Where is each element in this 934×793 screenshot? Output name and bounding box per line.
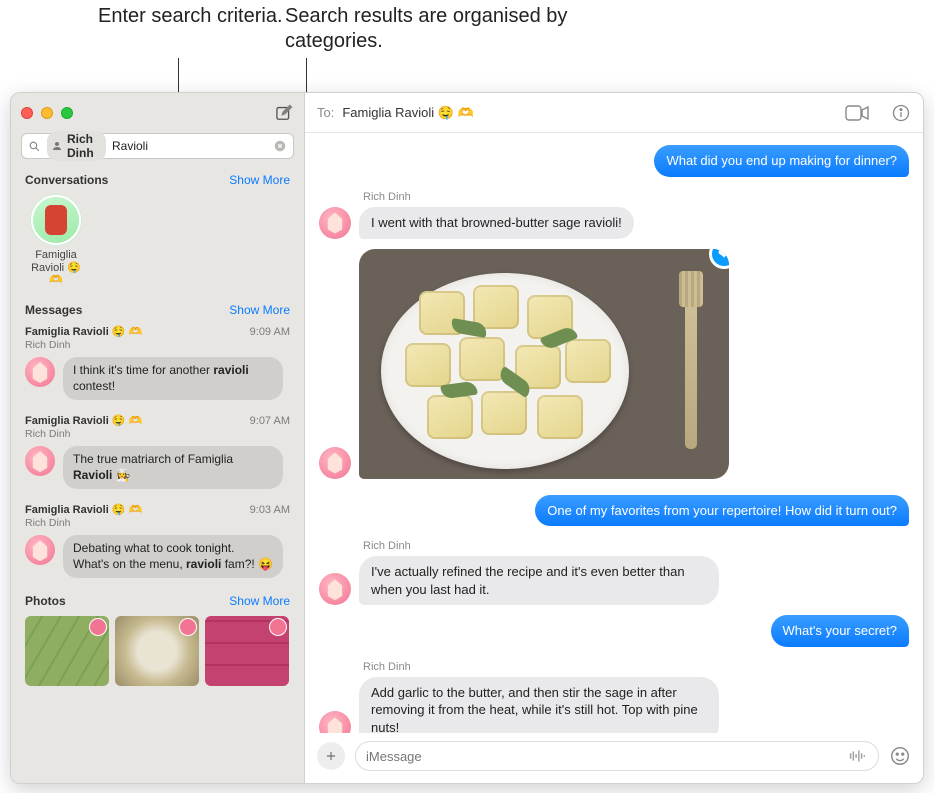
- sender-avatar: [179, 618, 197, 636]
- message-result-text: The true matriarch of Famiglia Ravioli 👩…: [63, 446, 283, 489]
- sender-avatar: [25, 535, 55, 565]
- message-thread[interactable]: What did you end up making for dinner? R…: [305, 133, 923, 733]
- person-icon: [51, 140, 63, 152]
- message-sender-label: Rich Dinh: [363, 540, 909, 552]
- message-sender-label: Rich Dinh: [363, 191, 909, 203]
- search-contact-token[interactable]: Rich Dinh: [47, 131, 106, 161]
- message-result-sender: Rich Dinh: [25, 428, 290, 440]
- window-minimize-button[interactable]: [41, 107, 53, 119]
- incoming-message[interactable]: I went with that browned-butter sage rav…: [359, 207, 634, 239]
- incoming-message[interactable]: I've actually refined the recipe and it'…: [359, 556, 719, 605]
- conversation-result[interactable]: Famiglia Ravioli 🤤 🫶: [11, 191, 87, 297]
- window-titlebar: [11, 93, 304, 133]
- search-token-label: Rich Dinh: [67, 132, 98, 160]
- show-more-conversations[interactable]: Show More: [229, 173, 290, 187]
- clear-search-button[interactable]: [273, 139, 287, 153]
- outgoing-message[interactable]: What's your secret?: [771, 615, 909, 647]
- message-result-text: Debating what to cook tonight. What's on…: [63, 535, 283, 578]
- header-to-label: To:: [317, 105, 334, 120]
- sidebar: Rich Dinh Conversations Show More Famigl…: [11, 93, 305, 783]
- message-result-time: 9:03 AM: [250, 504, 290, 516]
- message-result[interactable]: Famiglia Ravioli 🤤 🫶 9:07 AM Rich Dinh T…: [11, 410, 304, 499]
- search-icon: [28, 140, 41, 153]
- message-result[interactable]: Famiglia Ravioli 🤤 🫶 9:09 AM Rich Dinh I…: [11, 321, 304, 410]
- message-result-sender: Rich Dinh: [25, 517, 290, 529]
- group-avatar: [31, 195, 81, 245]
- sender-avatar: [319, 207, 351, 239]
- window-close-button[interactable]: [21, 107, 33, 119]
- apps-button[interactable]: [317, 742, 345, 770]
- message-result-time: 9:09 AM: [250, 326, 290, 338]
- window-zoom-button[interactable]: [61, 107, 73, 119]
- sender-avatar: [319, 573, 351, 605]
- search-input[interactable]: Rich Dinh: [21, 133, 294, 159]
- category-photos-title: Photos: [25, 594, 66, 608]
- compose-new-message-button[interactable]: [274, 103, 294, 123]
- category-messages-title: Messages: [25, 303, 82, 317]
- compose-text-field[interactable]: [366, 749, 840, 764]
- facetime-button[interactable]: [845, 105, 869, 121]
- compose-input[interactable]: [355, 741, 879, 771]
- photo-result[interactable]: [115, 616, 199, 686]
- sender-avatar: [89, 618, 107, 636]
- message-result[interactable]: Famiglia Ravioli 🤤 🫶 9:03 AM Rich Dinh D…: [11, 499, 304, 588]
- callout-search: Enter search criteria.: [98, 4, 288, 29]
- message-sender-label: Rich Dinh: [363, 661, 909, 673]
- message-result-group: Famiglia Ravioli 🤤 🫶: [25, 325, 142, 338]
- sender-avatar: [319, 447, 351, 479]
- sender-avatar: [319, 711, 351, 733]
- conversation-result-label: Famiglia Ravioli 🤤 🫶: [25, 249, 87, 287]
- incoming-photo-message[interactable]: [359, 249, 729, 479]
- messages-window: Rich Dinh Conversations Show More Famigl…: [10, 92, 924, 784]
- conversation-header: To: Famiglia Ravioli 🤤 🫶: [305, 93, 923, 133]
- category-conversations-title: Conversations: [25, 173, 108, 187]
- message-result-text: I think it's time for another ravioli co…: [63, 357, 283, 400]
- details-button[interactable]: [891, 103, 911, 123]
- message-result-time: 9:07 AM: [250, 415, 290, 427]
- message-result-group: Famiglia Ravioli 🤤 🫶: [25, 503, 142, 516]
- tapback-love-icon[interactable]: [709, 249, 729, 269]
- sender-avatar: [25, 357, 55, 387]
- search-query-text[interactable]: [112, 139, 267, 153]
- outgoing-message[interactable]: What did you end up making for dinner?: [654, 145, 909, 177]
- photo-result[interactable]: [25, 616, 109, 686]
- show-more-messages[interactable]: Show More: [229, 303, 290, 317]
- compose-bar: [305, 733, 923, 783]
- conversation-pane: To: Famiglia Ravioli 🤤 🫶 What did you en…: [305, 93, 923, 783]
- show-more-photos[interactable]: Show More: [229, 594, 290, 608]
- outgoing-message[interactable]: One of my favorites from your repertoire…: [535, 495, 909, 527]
- header-to-value: Famiglia Ravioli 🤤 🫶: [342, 105, 473, 121]
- message-result-group: Famiglia Ravioli 🤤 🫶: [25, 414, 142, 427]
- sender-avatar: [25, 446, 55, 476]
- callout-categories: Search results are organised by categori…: [285, 4, 625, 54]
- sender-avatar: [269, 618, 287, 636]
- incoming-message[interactable]: Add garlic to the butter, and then stir …: [359, 677, 719, 733]
- emoji-picker-button[interactable]: [889, 745, 911, 767]
- message-result-sender: Rich Dinh: [25, 339, 290, 351]
- audio-message-button[interactable]: [846, 749, 868, 763]
- photo-result[interactable]: [205, 616, 289, 686]
